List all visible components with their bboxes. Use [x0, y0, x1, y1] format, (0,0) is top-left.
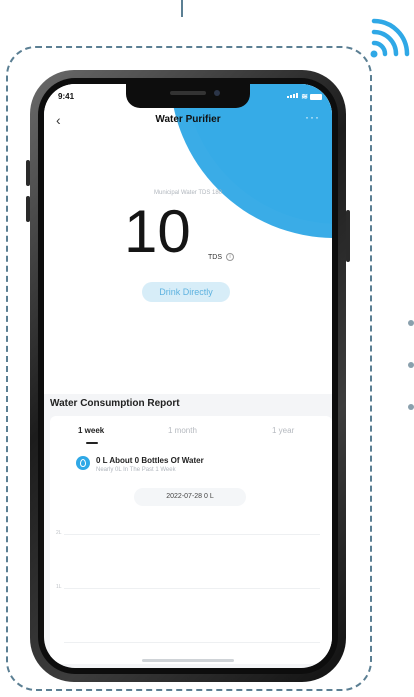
drink-directly-button[interactable]: Drink Directly — [142, 282, 230, 302]
phone-bezel: 9:41 ≋ ‹ Water Purifier ··· Municipal Wa… — [38, 78, 338, 674]
y-axis-label: 1L — [56, 584, 62, 590]
consumption-summary: 0 L About 0 Bottles Of Water — [96, 456, 204, 465]
date-consumption-label: 2022-07-28 0 L — [134, 488, 246, 506]
tab-1-year[interactable]: 1 year — [272, 426, 294, 435]
phone-frame: 9:41 ≋ ‹ Water Purifier ··· Municipal Wa… — [30, 70, 346, 682]
app-screen: 9:41 ≋ ‹ Water Purifier ··· Municipal Wa… — [44, 84, 332, 668]
info-icon[interactable]: i — [226, 253, 234, 261]
wifi-status-icon: ≋ — [301, 92, 308, 101]
tab-1-week[interactable]: 1 week — [78, 426, 104, 435]
more-options-button[interactable]: ··· — [305, 110, 320, 124]
status-time: 9:41 — [58, 92, 75, 101]
y-axis-label: 2L — [56, 530, 62, 536]
tab-1-month[interactable]: 1 month — [168, 426, 197, 435]
bullet-dot — [408, 320, 414, 326]
cellular-signal-icon — [287, 93, 298, 98]
camera — [214, 90, 220, 96]
nav-bar: ‹ Water Purifier ··· — [44, 110, 332, 132]
power-button — [346, 210, 350, 262]
report-card: 1 week 1 month 1 year 0 L About 0 Bottle… — [50, 416, 332, 664]
grid-line — [64, 642, 320, 643]
grid-line — [64, 588, 320, 589]
active-tab-indicator — [86, 442, 98, 444]
period-tabs: 1 week 1 month 1 year — [50, 426, 332, 446]
connector-line — [181, 0, 183, 17]
tds-value: 10 — [124, 198, 191, 265]
speaker — [170, 91, 206, 95]
notch — [126, 84, 250, 108]
bullet-dot — [408, 362, 414, 368]
water-source-label: Municipal Water TDS 180 — [153, 190, 223, 196]
home-indicator — [142, 659, 234, 662]
tds-unit: TDS — [208, 254, 222, 261]
report-title: Water Consumption Report — [50, 398, 180, 409]
grid-line — [64, 534, 320, 535]
bullet-dot — [408, 404, 414, 410]
consumption-subtitle: Nearly 0L In The Past 1 Week — [96, 467, 176, 473]
page-title: Water Purifier — [155, 114, 221, 125]
wireless-signal-icon — [370, 18, 410, 58]
battery-icon — [310, 94, 322, 100]
water-drop-icon — [76, 456, 90, 470]
